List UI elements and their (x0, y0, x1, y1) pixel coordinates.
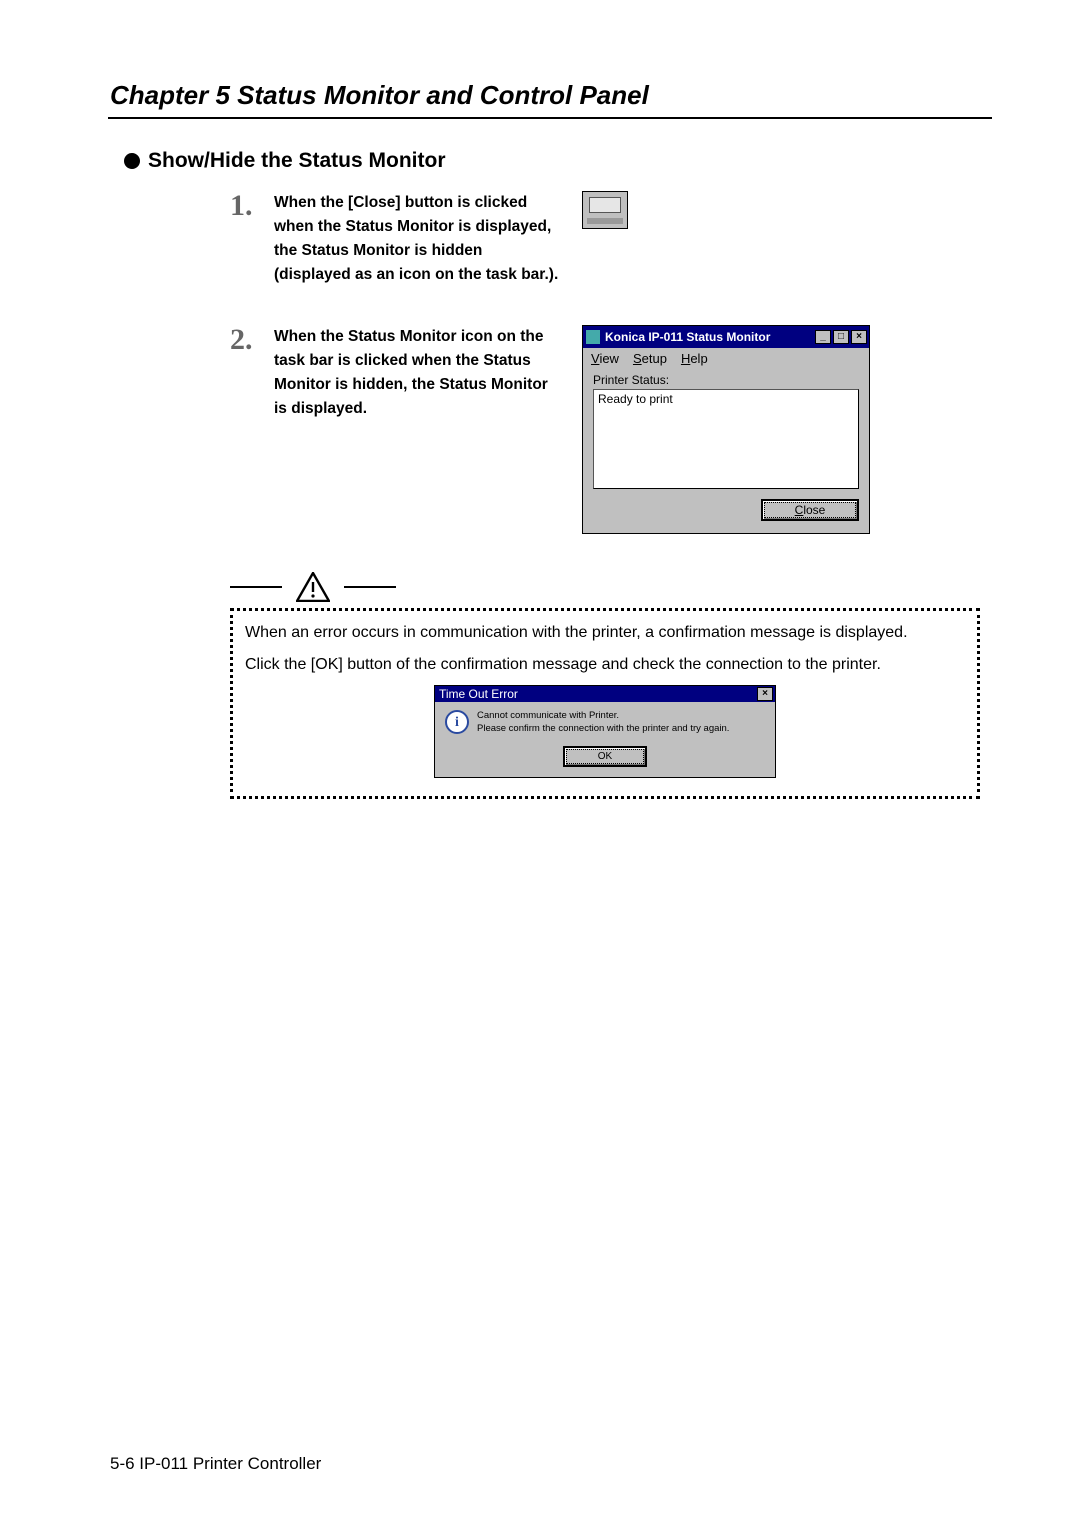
note-line-1: When an error occurs in communication wi… (245, 621, 965, 645)
bullet-icon (124, 153, 140, 169)
window-titlebar: Konica IP-011 Status Monitor _ □ × (583, 326, 869, 348)
section-title: Show/Hide the Status Monitor (110, 149, 980, 173)
error-dialog-close-button[interactable]: × (757, 687, 773, 701)
printer-status-label: Printer Status: (593, 373, 859, 387)
window-title: Konica IP-011 Status Monitor (605, 330, 810, 344)
page-footer: 5-6 IP-011 Printer Controller (110, 1454, 321, 1474)
note-box: When an error occurs in communication wi… (230, 608, 980, 799)
error-dialog-title: Time Out Error (439, 685, 752, 703)
menu-view[interactable]: View (591, 351, 619, 366)
printer-status-box: Ready to print (593, 389, 859, 489)
error-message: Cannot communicate with Printer. Please … (477, 710, 729, 736)
menubar: View Setup Help (583, 348, 869, 369)
taskbar-printer-icon (582, 191, 628, 229)
header-rule (108, 117, 992, 119)
error-dialog: Time Out Error × i Cannot communicate wi… (434, 685, 776, 778)
dash-left (230, 586, 282, 588)
warning-icon (296, 572, 330, 602)
printer-status-value: Ready to print (598, 392, 673, 406)
ok-button[interactable]: OK (563, 746, 647, 767)
dash-right (344, 586, 396, 588)
section-title-text: Show/Hide the Status Monitor (148, 149, 446, 173)
close-button[interactable]: Close (761, 499, 859, 521)
menu-setup[interactable]: Setup (633, 351, 667, 366)
chapter-title: Chapter 5 Status Monitor and Control Pan… (110, 80, 980, 111)
info-icon: i (445, 710, 469, 734)
menu-help[interactable]: Help (681, 351, 708, 366)
close-button-rest: lose (803, 503, 825, 517)
step-1: 1. When the [Close] button is clicked wh… (230, 191, 980, 287)
step-1-text: When the [Close] button is clicked when … (274, 191, 564, 287)
step-number: 2. (230, 325, 256, 355)
close-window-button[interactable]: × (851, 330, 867, 344)
error-message-line-1: Cannot communicate with Printer. (477, 710, 729, 723)
error-message-line-2: Please confirm the connection with the p… (477, 723, 729, 736)
minimize-button[interactable]: _ (815, 330, 831, 344)
maximize-button[interactable]: □ (833, 330, 849, 344)
error-dialog-titlebar: Time Out Error × (435, 686, 775, 702)
step-2-text: When the Status Monitor icon on the task… (274, 325, 564, 421)
status-monitor-window: Konica IP-011 Status Monitor _ □ × View … (582, 325, 870, 534)
taskbar-icon-figure (582, 191, 628, 229)
step-2: 2. When the Status Monitor icon on the t… (230, 325, 980, 534)
app-icon (586, 330, 600, 344)
warning-heading (230, 572, 980, 602)
step-number: 1. (230, 191, 256, 221)
note-line-2: Click the [OK] button of the confirmatio… (245, 653, 965, 677)
